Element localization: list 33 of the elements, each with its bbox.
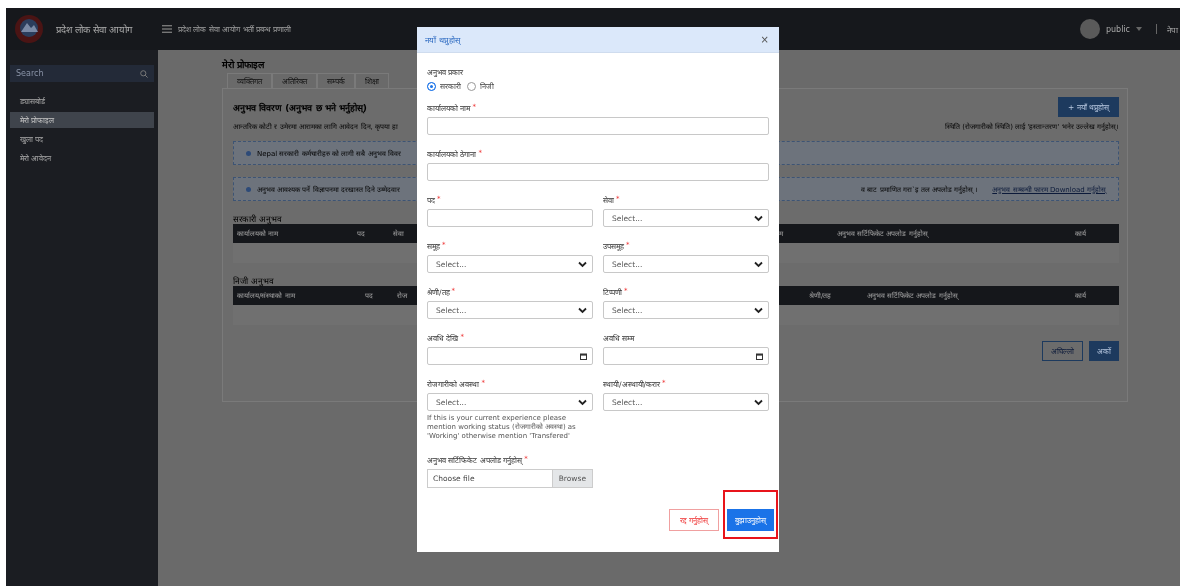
chevron-down-icon	[754, 260, 763, 268]
section-title: अनुभव विवरण (अनुभव छ भने भर्नुहोस्)	[233, 101, 367, 114]
page-title: मेरो प्रोफाइल	[222, 58, 265, 71]
text-field[interactable]	[427, 209, 593, 227]
table-title: सरकारी अनुभव	[233, 213, 282, 224]
calendar-icon	[580, 352, 587, 360]
avatar-icon	[1079, 19, 1100, 39]
bullet-icon	[246, 150, 251, 156]
chevron-down-icon	[754, 398, 763, 406]
user-menu[interactable]: public	[1105, 24, 1130, 34]
language-menu[interactable]: नेपा	[1167, 23, 1178, 35]
search-icon	[140, 69, 148, 78]
radio-button[interactable]	[467, 81, 476, 91]
chevron-down-icon	[578, 398, 587, 406]
organization-name: प्रदेश लोक सेवा आयोग	[56, 22, 133, 36]
calendar-icon	[756, 352, 763, 360]
close-button[interactable]: ×	[758, 34, 771, 45]
modal-title: नयाँ थप्नुहोस्	[425, 35, 460, 45]
text-field[interactable]	[427, 163, 769, 181]
text-field[interactable]	[427, 117, 769, 135]
date-field[interactable]	[603, 347, 769, 365]
table-title: निजी अनुभव	[233, 275, 274, 286]
menu-icon	[162, 25, 172, 33]
search-field[interactable]: Search	[10, 65, 154, 82]
date-field[interactable]	[427, 347, 593, 365]
chevron-down-icon	[754, 306, 763, 314]
chevron-down-icon	[578, 260, 587, 268]
chevron-down-icon	[754, 214, 763, 222]
bullet-icon	[246, 186, 251, 192]
chevron-down-icon	[578, 306, 587, 314]
emblem-icon	[14, 14, 44, 44]
radio-button[interactable]	[427, 81, 436, 91]
caret-icon	[1136, 27, 1142, 31]
